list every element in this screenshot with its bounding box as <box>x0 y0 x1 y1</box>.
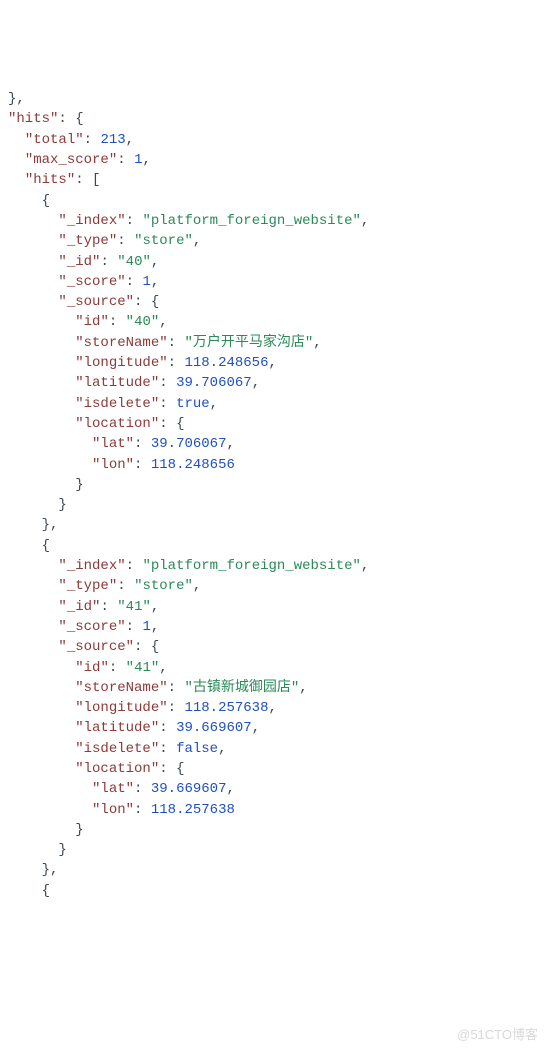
key-storename: storeName <box>84 680 160 696</box>
key-latitude: latitude <box>84 720 151 736</box>
val-storename-0: 万户开平马家沟店 <box>193 335 305 351</box>
val-storename-1: 古镇新城御园店 <box>193 680 291 696</box>
key-location: location <box>84 416 151 432</box>
key-isdelete: isdelete <box>84 396 151 412</box>
key-type: _type <box>67 233 109 249</box>
val-lat-0: 39.706067 <box>176 375 252 391</box>
val-loclat-0: 39.706067 <box>151 436 227 452</box>
val-index-1: platform_foreign_website <box>151 558 353 574</box>
val-index-0: platform_foreign_website <box>151 213 353 229</box>
key-index: _index <box>67 213 117 229</box>
key-hits-arr: hits <box>33 172 67 188</box>
key-id: _id <box>67 254 92 270</box>
val-score-1: 1 <box>142 619 150 635</box>
val-lon-0: 118.248656 <box>184 355 268 371</box>
val-isdel-0: true <box>176 396 210 412</box>
key-id: _id <box>67 599 92 615</box>
key-source: _source <box>67 294 126 310</box>
key-source: _source <box>67 639 126 655</box>
key-location: location <box>84 761 151 777</box>
val-total: 213 <box>100 132 125 148</box>
key-type: _type <box>67 578 109 594</box>
val-type-1: store <box>142 578 184 594</box>
val-src-id-0: 40 <box>134 314 151 330</box>
key-longitude: longitude <box>84 700 160 716</box>
key-lon: lon <box>100 802 125 818</box>
key-storename: storeName <box>84 335 160 351</box>
key-max-score: max_score <box>33 152 109 168</box>
key-total: total <box>33 132 75 148</box>
val-type-0: store <box>142 233 184 249</box>
key-src-id: id <box>84 314 101 330</box>
val-score-0: 1 <box>142 274 150 290</box>
key-lon: lon <box>100 457 125 473</box>
val-isdel-1: false <box>176 741 218 757</box>
val-loclon-0: 118.248656 <box>151 457 235 473</box>
val-id-0: 40 <box>126 254 143 270</box>
key-isdelete: isdelete <box>84 741 151 757</box>
val-loclat-1: 39.669607 <box>151 781 227 797</box>
val-loclon-1: 118.257638 <box>151 802 235 818</box>
val-id-1: 41 <box>126 599 143 615</box>
key-hits: hits <box>16 111 50 127</box>
key-longitude: longitude <box>84 355 160 371</box>
json-code-viewer: }, "hits": { "total": 213, "max_score": … <box>8 89 540 901</box>
key-score: _score <box>67 619 117 635</box>
val-src-id-1: 41 <box>134 660 151 676</box>
key-score: _score <box>67 274 117 290</box>
key-index: _index <box>67 558 117 574</box>
key-lat: lat <box>100 436 125 452</box>
key-lat: lat <box>100 781 125 797</box>
key-src-id: id <box>84 660 101 676</box>
val-lat-1: 39.669607 <box>176 720 252 736</box>
key-latitude: latitude <box>84 375 151 391</box>
val-lon-1: 118.257638 <box>184 700 268 716</box>
watermark-text: @51CTO博客 <box>457 1026 538 1045</box>
